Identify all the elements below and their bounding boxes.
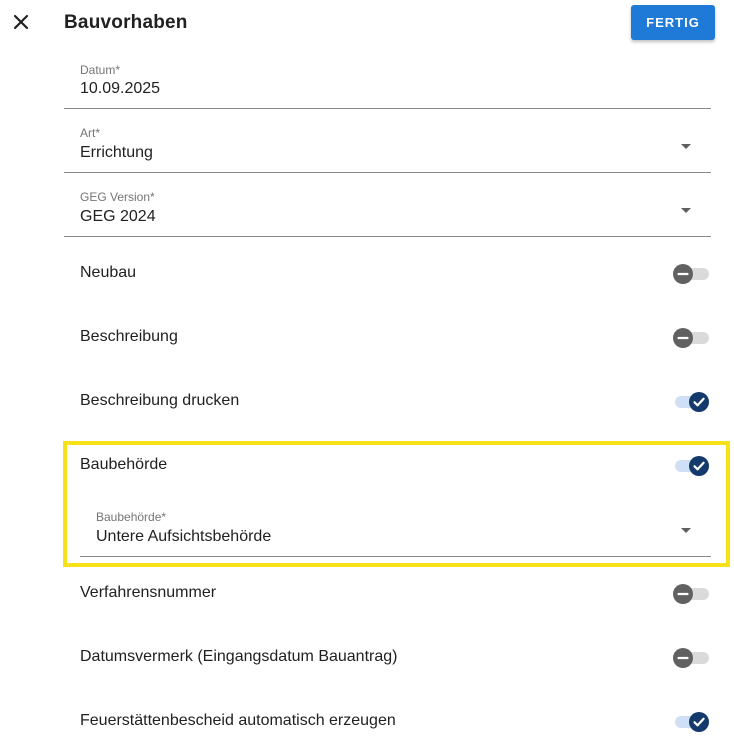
toggle-knob bbox=[689, 392, 709, 412]
datum-value[interactable]: 10.09.2025 bbox=[80, 80, 160, 98]
baubehoerde-select[interactable]: Baubehörde* Untere Aufsichtsbehörde bbox=[80, 504, 711, 557]
toggle-label: Feuerstättenbescheid automatisch erzeuge… bbox=[80, 712, 396, 729]
toggle-row-neubau: Neubau bbox=[64, 254, 711, 294]
geg-version-select[interactable]: GEG Version* GEG 2024 bbox=[64, 184, 711, 237]
toggle-knob bbox=[673, 648, 693, 668]
check-icon bbox=[693, 397, 705, 407]
toggle-row-datumsvermerk: Datumsvermerk (Eingangsdatum Bauantrag) bbox=[64, 638, 711, 678]
beschreibung-toggle[interactable] bbox=[673, 327, 711, 349]
datum-field[interactable]: Datum* 10.09.2025 bbox=[64, 55, 711, 109]
geg-version-label: GEG Version* bbox=[80, 190, 155, 204]
dialog-header: Bauvorhaben FERTIG bbox=[0, 0, 734, 50]
toggle-knob bbox=[673, 264, 693, 284]
art-label: Art* bbox=[80, 126, 101, 140]
chevron-down-icon[interactable] bbox=[681, 208, 691, 213]
feuerstaettenbescheid-toggle[interactable] bbox=[673, 711, 711, 733]
neubau-toggle[interactable] bbox=[673, 263, 711, 285]
toggle-label: Beschreibung bbox=[80, 328, 178, 345]
done-button[interactable]: FERTIG bbox=[631, 5, 715, 40]
toggle-row-baubehoerde: Baubehörde bbox=[64, 446, 711, 486]
baubehoerde-toggle[interactable] bbox=[673, 455, 711, 477]
toggle-row-verfahrensnummer: Verfahrensnummer bbox=[64, 574, 711, 614]
chevron-down-icon[interactable] bbox=[681, 528, 691, 533]
toggle-row-beschreibung: Beschreibung bbox=[64, 318, 711, 358]
chevron-down-icon[interactable] bbox=[681, 144, 691, 149]
toggle-label: Neubau bbox=[80, 264, 137, 281]
toggle-row-feuerstaettenbescheid: Feuerstättenbescheid automatisch erzeuge… bbox=[64, 702, 711, 742]
check-icon bbox=[693, 717, 705, 727]
verfahrensnummer-toggle[interactable] bbox=[673, 583, 711, 605]
toggle-label: Datumsvermerk (Eingangsdatum Bauantrag) bbox=[80, 648, 398, 665]
art-select[interactable]: Art* Errichtung bbox=[64, 120, 711, 173]
toggle-row-beschreibung-drucken: Beschreibung drucken bbox=[64, 382, 711, 422]
toggle-knob bbox=[689, 712, 709, 732]
toggle-label: Verfahrensnummer bbox=[80, 584, 217, 601]
toggle-knob bbox=[689, 456, 709, 476]
beschreibung-drucken-toggle[interactable] bbox=[673, 391, 711, 413]
art-value: Errichtung bbox=[80, 144, 153, 161]
toggle-label: Baubehörde bbox=[80, 456, 168, 473]
datumsvermerk-toggle[interactable] bbox=[673, 647, 711, 669]
toggle-knob bbox=[673, 584, 693, 604]
geg-version-value: GEG 2024 bbox=[80, 208, 156, 225]
dialog-title: Bauvorhaben bbox=[64, 12, 188, 33]
check-icon bbox=[693, 461, 705, 471]
minus-icon bbox=[677, 272, 689, 276]
toggle-knob bbox=[673, 328, 693, 348]
minus-icon bbox=[677, 656, 689, 660]
toggle-label: Beschreibung drucken bbox=[80, 392, 240, 409]
minus-icon bbox=[677, 592, 689, 596]
close-icon[interactable] bbox=[8, 9, 34, 35]
baubehoerde-label: Baubehörde* bbox=[96, 510, 167, 524]
minus-icon bbox=[677, 336, 689, 340]
datum-label: Datum* bbox=[80, 63, 121, 77]
baubehoerde-value: Untere Aufsichtsbehörde bbox=[96, 528, 272, 545]
